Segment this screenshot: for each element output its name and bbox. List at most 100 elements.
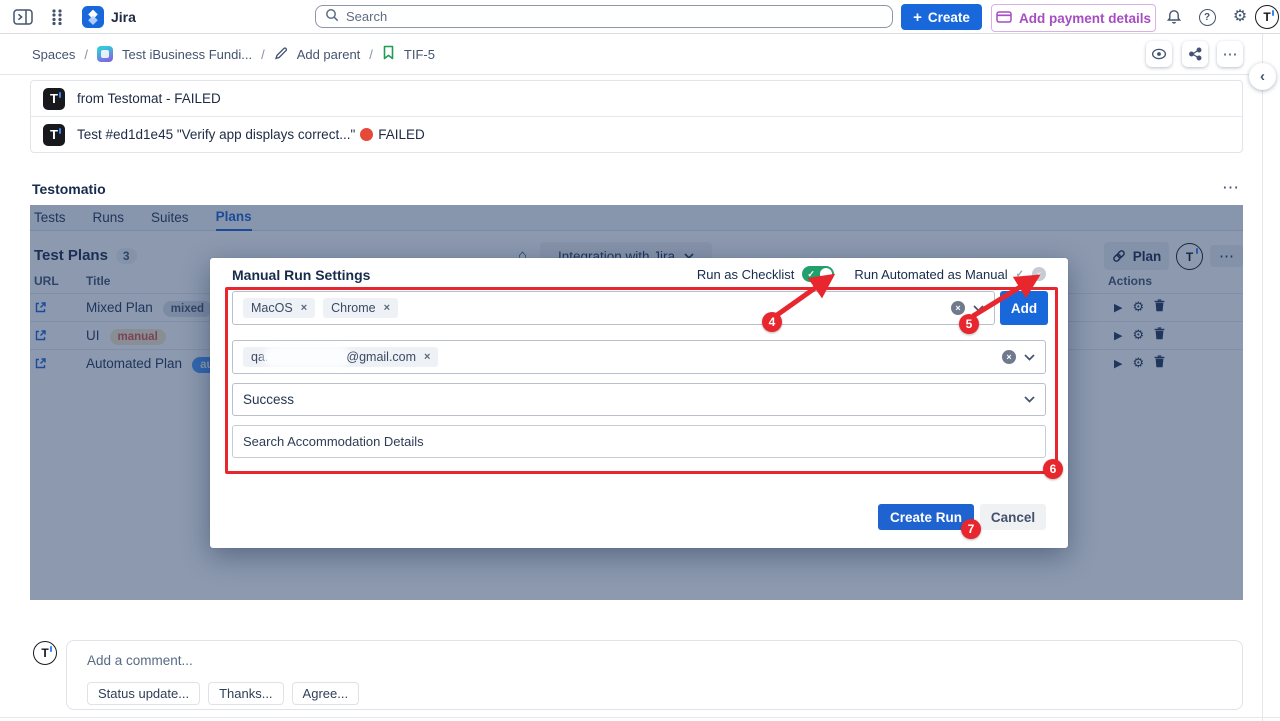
help-icon[interactable]: ?: [1194, 5, 1220, 29]
ellipsis-icon: ⋯: [1223, 45, 1238, 63]
checklist-label: Run as Checklist: [697, 267, 795, 282]
remove-tag-icon[interactable]: ×: [424, 351, 430, 363]
search-input[interactable]: Search: [315, 5, 893, 28]
breadcrumb: Spaces / Test iBusiness Fundi... / Add p…: [32, 34, 435, 74]
app-title: Jira: [111, 9, 136, 25]
environments-select[interactable]: MacOS× Chrome× ×: [232, 291, 995, 325]
remove-tag-icon[interactable]: ×: [301, 302, 307, 314]
plan-title: UI: [86, 328, 100, 343]
check-icon: ✓: [1016, 269, 1024, 280]
testomat-logo-icon: T: [43, 88, 65, 110]
clear-field-icon[interactable]: ×: [1002, 350, 1016, 364]
run-play-icon[interactable]: ▶: [1114, 301, 1122, 314]
testomat-logo-icon: T: [43, 124, 65, 146]
breadcrumb-space-name[interactable]: Test iBusiness Fundi...: [122, 47, 252, 62]
comment-user-avatar: T: [33, 641, 57, 665]
run-automated-toggle[interactable]: ×: [1032, 267, 1046, 281]
activity-text: from Testomat - FAILED: [77, 91, 221, 106]
delete-trash-icon[interactable]: [1154, 327, 1165, 343]
testomat-avatar[interactable]: T: [1176, 243, 1203, 270]
run-play-icon[interactable]: ▶: [1114, 357, 1122, 370]
share-button[interactable]: [1182, 41, 1208, 67]
assignee-tag: qa.@gmail.com ×: [243, 347, 438, 367]
chevron-down-icon[interactable]: [1024, 354, 1035, 361]
section-more-button[interactable]: ⋯: [1222, 178, 1239, 198]
add-environment-button[interactable]: Add: [1000, 291, 1048, 325]
bottom-divider: [0, 717, 1280, 718]
chevron-down-icon[interactable]: [1024, 396, 1035, 403]
activity-row[interactable]: T from Testomat - FAILED: [31, 81, 1242, 116]
annotation-step-6: 6: [1043, 459, 1063, 479]
quick-reply-thanks[interactable]: Thanks...: [208, 682, 283, 705]
settings-gear-icon[interactable]: ⚙: [1132, 327, 1144, 343]
app-grid-icon[interactable]: [44, 5, 70, 29]
credit-card-icon: [996, 11, 1012, 26]
testomatio-tabs: Tests Runs Suites Plans: [30, 205, 1243, 231]
run-play-icon[interactable]: ▶: [1114, 329, 1122, 342]
breadcrumb-issue[interactable]: TIF-5: [404, 47, 435, 62]
clear-field-icon[interactable]: ×: [951, 301, 965, 315]
tab-plans[interactable]: Plans: [216, 209, 252, 231]
manual-run-settings-modal: Manual Run Settings Run as Checklist ✓ R…: [210, 258, 1068, 548]
status-select[interactable]: Success: [232, 383, 1046, 416]
add-payment-button[interactable]: Add payment details: [991, 4, 1156, 32]
remove-tag-icon[interactable]: ×: [384, 302, 390, 314]
quick-reply-status-update[interactable]: Status update...: [87, 682, 200, 705]
quick-reply-agree[interactable]: Agree...: [292, 682, 360, 705]
annotation-step-5: 5: [959, 314, 979, 334]
plan-badge: manual: [110, 329, 166, 345]
right-panel-divider: [1262, 34, 1263, 721]
cancel-button[interactable]: Cancel: [980, 504, 1046, 530]
more-actions-button[interactable]: ⋯: [1217, 41, 1243, 67]
run-as-checklist-toggle[interactable]: ✓: [802, 266, 834, 282]
column-header-actions: Actions: [1108, 274, 1152, 288]
panel-more-button[interactable]: ⋯: [1210, 245, 1243, 267]
link-icon: [1112, 249, 1126, 263]
tab-tests[interactable]: Tests: [34, 210, 66, 230]
external-link-icon[interactable]: [34, 357, 47, 373]
run-title-input[interactable]: Search Accommodation Details: [232, 425, 1046, 458]
create-button[interactable]: + Create: [901, 4, 982, 30]
activity-list: T from Testomat - FAILED T Test #ed1d1e4…: [30, 80, 1243, 153]
testomatio-section-title: Testomatio: [32, 181, 106, 197]
collapse-panel-button[interactable]: ‹: [1249, 63, 1276, 90]
status-value: Success: [243, 392, 294, 407]
activity-row[interactable]: T Test #ed1d1e45 "Verify app displays co…: [31, 116, 1242, 152]
tab-suites[interactable]: Suites: [151, 210, 189, 230]
sidebar-toggle-icon[interactable]: [10, 5, 36, 29]
plan-title: Automated Plan: [86, 356, 182, 371]
row-actions: ▶ ⚙: [1114, 355, 1165, 371]
settings-gear-icon[interactable]: ⚙: [1132, 355, 1144, 371]
external-link-icon[interactable]: [34, 329, 47, 345]
settings-gear-icon[interactable]: ⚙: [1132, 299, 1144, 315]
settings-gear-icon[interactable]: ⚙: [1227, 5, 1253, 29]
logo-accent: [59, 128, 62, 134]
tab-runs[interactable]: Runs: [93, 210, 125, 230]
chevron-down-icon[interactable]: [973, 305, 984, 312]
breadcrumb-add-parent[interactable]: Add parent: [297, 47, 361, 62]
comment-box[interactable]: Add a comment... Status update... Thanks…: [66, 640, 1243, 710]
env-tag: MacOS×: [243, 298, 315, 318]
search-icon: [325, 8, 339, 25]
row-actions: ▶ ⚙: [1114, 327, 1165, 343]
breadcrumb-spaces[interactable]: Spaces: [32, 47, 75, 62]
delete-trash-icon[interactable]: [1154, 299, 1165, 315]
user-avatar[interactable]: T: [1255, 5, 1279, 29]
activity-text: Test #ed1d1e45 "Verify app displays corr…: [77, 127, 425, 142]
quick-replies: Status update... Thanks... Agree...: [87, 682, 359, 705]
automated-label: Run Automated as Manual: [854, 267, 1007, 282]
delete-trash-icon[interactable]: [1154, 355, 1165, 371]
notifications-bell-icon[interactable]: [1161, 5, 1187, 29]
comment-placeholder: Add a comment...: [87, 653, 193, 668]
plan-badge: mixed: [163, 301, 212, 317]
redacted-email: [268, 351, 346, 363]
plans-count-badge: 3: [116, 248, 137, 264]
plan-link-button[interactable]: Plan: [1104, 242, 1169, 270]
create-run-button[interactable]: Create Run: [878, 504, 974, 530]
external-link-icon[interactable]: [34, 301, 47, 317]
column-header-title: Title: [86, 274, 110, 288]
jira-logo-icon[interactable]: [82, 6, 104, 31]
watch-eye-button[interactable]: [1146, 41, 1172, 67]
assignee-select[interactable]: qa.@gmail.com × ×: [232, 340, 1046, 374]
annotation-step-7: 7: [961, 519, 981, 539]
